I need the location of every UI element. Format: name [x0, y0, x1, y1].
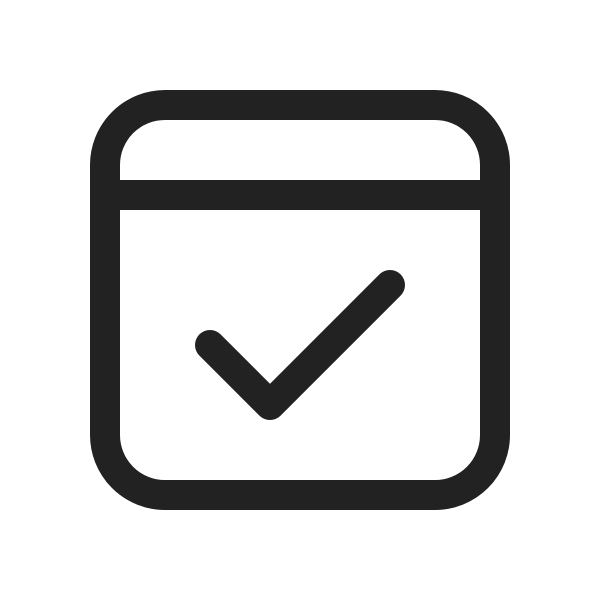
calendar-checkmark-icon	[0, 0, 600, 600]
icon-canvas	[0, 0, 600, 600]
calendar-frame	[90, 90, 510, 510]
checkmark	[195, 270, 405, 420]
calendar-checkmark-svg	[90, 90, 510, 510]
